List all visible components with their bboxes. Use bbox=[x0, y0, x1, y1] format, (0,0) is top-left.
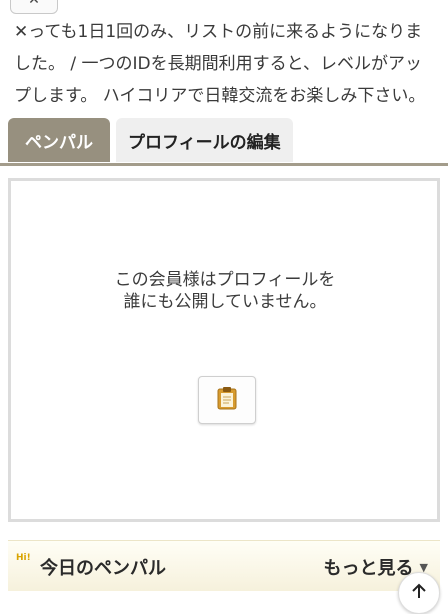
close-icon: ✕ bbox=[28, 0, 40, 8]
todays-penpal-title: 今日のペンパル bbox=[40, 558, 166, 579]
arrow-up-icon bbox=[410, 582, 428, 604]
close-button[interactable]: ✕ bbox=[10, 0, 58, 14]
tab-penpal-label: ペンパル bbox=[25, 132, 93, 153]
tab-edit-profile[interactable]: プロフィールの編集 bbox=[116, 118, 293, 162]
tab-edit-profile-label: プロフィールの編集 bbox=[128, 132, 281, 153]
see-more-label: もっと見る bbox=[323, 558, 414, 579]
private-profile-message: この会員様はプロフィールを誰にも公開していません。 bbox=[114, 270, 336, 312]
tab-penpal[interactable]: ペンパル bbox=[8, 118, 110, 162]
scroll-to-top-button[interactable] bbox=[398, 572, 440, 614]
tab-underline bbox=[0, 163, 448, 166]
tab-bar: ペンパル プロフィールの編集 bbox=[8, 118, 440, 166]
profile-panel: この会員様はプロフィールを誰にも公開していません。 bbox=[8, 178, 440, 522]
clipboard-icon bbox=[216, 386, 238, 414]
clipboard-button[interactable] bbox=[198, 376, 256, 424]
intro-text: ✕っても1日1回のみ、リストの前に来るようになりました。 / 一つのIDを長期間… bbox=[14, 22, 426, 106]
todays-penpal-bar: Hi! 今日のペンパル もっと見る ▼ bbox=[8, 540, 440, 591]
hi-badge: Hi! bbox=[16, 553, 31, 563]
